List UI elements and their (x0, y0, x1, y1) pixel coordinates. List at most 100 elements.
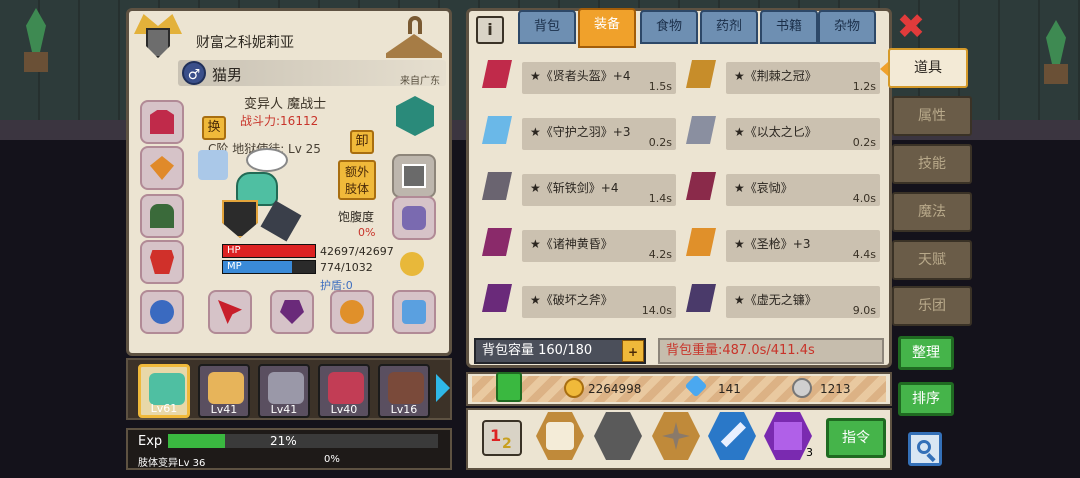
item-name: ★《守护之羽》+3 (530, 125, 631, 139)
search-icon[interactable] (908, 432, 942, 466)
character-title: 财富之科妮莉亚 (196, 35, 294, 51)
side-tab-skills[interactable]: 技能 (892, 144, 972, 184)
backpack-weight: 背包重量:487.0s/411.4s (658, 338, 884, 364)
inventory-item[interactable]: ★《破坏之斧》 14.0s (476, 278, 676, 318)
tab-equipment[interactable]: 装备 (578, 8, 636, 48)
roster-hero-card[interactable]: Lv41 (198, 364, 250, 418)
accessory-slot[interactable] (330, 290, 374, 334)
expand-capacity-button[interactable]: + (622, 340, 644, 362)
sword-skill-button[interactable] (708, 412, 756, 460)
inventory-item[interactable]: ★《贤者头盔》+4 1.5s (476, 54, 676, 94)
helmet-slot[interactable] (140, 100, 184, 144)
hero-level: Lv41 (210, 403, 238, 416)
hero-level: Lv41 (270, 403, 298, 416)
male-gender-icon: ♂ (182, 61, 206, 85)
side-tab-talent[interactable]: 天赋 (892, 240, 972, 280)
character-origin: 来自广东 (400, 76, 440, 87)
limb-mutation-label: 肢体变异Lv 36 (138, 458, 206, 469)
skill-count-badge: 3 (806, 446, 813, 459)
gold-value: 2264998 (588, 382, 642, 396)
inventory-item[interactable]: ★《斩铁剑》+4 1.4s (476, 166, 676, 206)
inventory-item[interactable]: ★《虚无之镰》 9.0s (680, 278, 880, 318)
crystal-skill-button[interactable] (764, 412, 812, 460)
item-weight: 4.2s (648, 248, 672, 261)
silver-coin-icon (792, 378, 812, 398)
hero-level: Lv61 (150, 402, 178, 415)
inventory-item[interactable]: ★《荆棘之冠》 1.2s (680, 54, 880, 94)
empty-skill-slot[interactable] (594, 412, 642, 460)
ring-slot[interactable] (140, 290, 184, 334)
item-name: ★《以太之匕》 (734, 125, 817, 139)
shuriken-skill-button[interactable] (652, 412, 700, 460)
hp-value: 42697/42697 (320, 245, 394, 258)
tab-potion[interactable]: 药剂 (700, 10, 758, 44)
horse-skill-button[interactable] (536, 412, 584, 460)
exp-percent: 21% (270, 434, 297, 448)
wardrobe-hanger-icon[interactable] (384, 16, 444, 66)
roster-hero-card[interactable]: Lv16 (378, 364, 430, 418)
side-tab-magic[interactable]: 魔法 (892, 192, 972, 232)
belt-slot[interactable] (392, 196, 436, 240)
hero-portrait (328, 372, 364, 404)
coins-slot[interactable] (392, 244, 436, 288)
roster-hero-card[interactable]: Lv61 (138, 364, 190, 418)
tab-backpack[interactable]: 背包 (518, 10, 576, 44)
item-name: ★《破坏之斧》 (530, 293, 613, 307)
item-name: ★《诸神黄昏》 (530, 237, 613, 251)
side-tab-items[interactable]: 道具 (888, 48, 968, 88)
trinket-slot[interactable] (392, 290, 436, 334)
helmet-icon (476, 54, 518, 94)
armor-slot[interactable] (140, 240, 184, 284)
silver-value: 1213 (820, 382, 851, 396)
blade-icon (680, 166, 722, 206)
item-weight: 14.0s (641, 304, 672, 317)
roster-hero-card[interactable]: Lv41 (258, 364, 310, 418)
tab-food[interactable]: 食物 (640, 10, 698, 44)
item-weight: 1.2s (852, 80, 876, 93)
offhand-slot[interactable] (270, 290, 314, 334)
hp-bar: HP (222, 244, 316, 258)
necklace-slot[interactable] (140, 146, 184, 190)
tab-books[interactable]: 书籍 (760, 10, 818, 44)
sword-icon (476, 166, 518, 206)
hero-level: Lv16 (390, 403, 418, 416)
potted-plant-left (16, 8, 56, 78)
tab-misc[interactable]: 杂物 (818, 10, 876, 44)
split-stack-button[interactable]: 1 2 (482, 420, 522, 456)
side-tab-attributes[interactable]: 属性 (892, 96, 972, 136)
hero-portrait (268, 372, 304, 404)
info-button[interactable]: i (476, 16, 504, 44)
cloak-slot[interactable] (140, 194, 184, 238)
item-weight: 9.0s (852, 304, 876, 317)
emblem-slot[interactable] (392, 94, 436, 138)
side-tab-band[interactable]: 乐团 (892, 286, 972, 326)
shield-value: 护盾:0 (320, 279, 353, 292)
close-icon[interactable]: ✖ (894, 10, 928, 44)
spear-icon (680, 222, 722, 262)
extra-limb-button[interactable]: 额外肢体 (338, 160, 376, 200)
hero-roster: Lv61 Lv41 Lv41 Lv40 Lv16 (126, 358, 452, 420)
inventory-item[interactable]: ★《守护之羽》+3 0.2s (476, 110, 676, 150)
inventory-item[interactable]: ★《诸神黄昏》 4.2s (476, 222, 676, 262)
scythe-icon (680, 278, 722, 318)
sort-button[interactable]: 排序 (898, 382, 954, 416)
inventory-item[interactable]: ★《以太之匕》 0.2s (680, 110, 880, 150)
inventory-item[interactable]: ★《哀恸》 4.0s (680, 166, 880, 206)
inventory-item[interactable]: ★《圣枪》+3 4.4s (680, 222, 880, 262)
satiety-label: 饱腹度 (338, 210, 375, 224)
backpack-capacity: 背包容量 160/180 (474, 338, 646, 364)
roster-hero-card[interactable]: Lv40 (318, 364, 370, 418)
download-icon[interactable] (496, 372, 522, 402)
gem-slot-empty[interactable] (392, 154, 436, 198)
character-name: 猫男 (212, 66, 243, 84)
unequip-button[interactable]: 卸 (350, 130, 374, 154)
command-button[interactable]: 指令 (826, 418, 886, 458)
exp-panel: Exp 21% 肢体变异Lv 36 0% (126, 428, 452, 470)
item-name: ★《荆棘之冠》 (734, 69, 817, 83)
swap-button[interactable]: 换 (202, 116, 226, 140)
main-weapon-slot[interactable] (208, 290, 252, 334)
crown-icon (680, 54, 722, 94)
title-badge-icon[interactable] (134, 14, 182, 60)
organize-button[interactable]: 整理 (898, 336, 954, 370)
exp-bar (168, 434, 438, 448)
